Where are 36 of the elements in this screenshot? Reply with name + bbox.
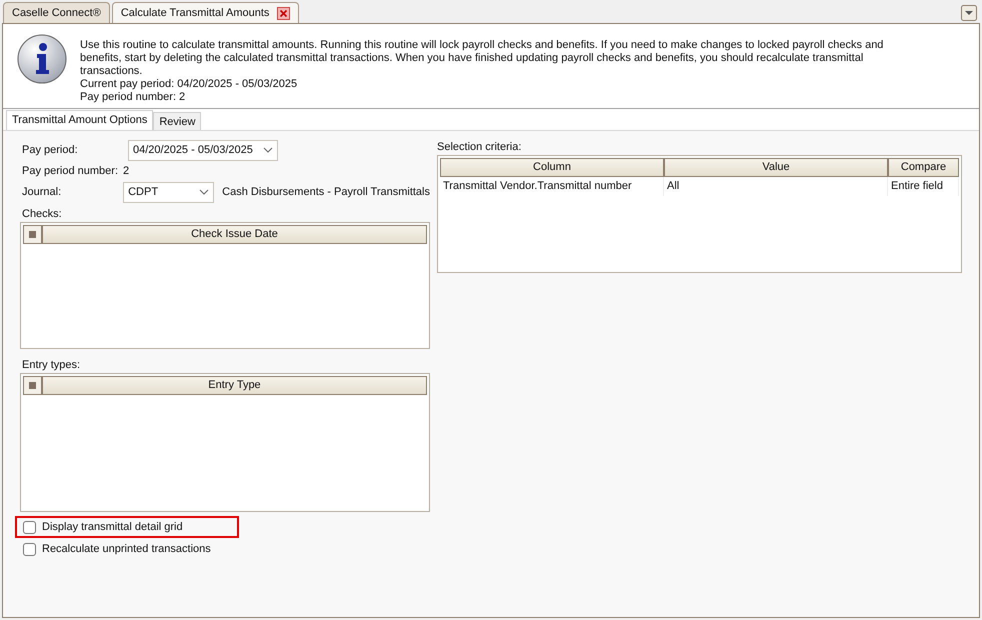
chevron-icon: [199, 189, 210, 195]
info-text: Pay period number: 2: [80, 91, 186, 104]
column-header[interactable]: Entry Type: [42, 376, 427, 395]
dropdown-icon[interactable]: [961, 5, 977, 21]
tab[interactable]: Transmittal Amount Options: [6, 110, 154, 130]
document-tab[interactable]: Calculate Transmittal Amounts: [112, 2, 300, 23]
table-cell: Transmittal Vendor.Transmittal number: [440, 177, 664, 196]
table-cell: All: [664, 177, 888, 196]
info-text: Current pay period: 04/20/2025 - 05/03/2025: [80, 78, 298, 91]
section-label: Selection criteria:: [437, 140, 522, 155]
column-header[interactable]: Check Issue Date: [42, 225, 427, 244]
info-text: Use this routine to calculate transmittal amounts. Running this routine will lock payroll checks and benefits. If you need to make changes to locked payroll checks and benefits, start by deleting the calculated transmittal transactions. When you have finished updating payroll checks and benefits, you should recalculate transmittal transactions.: [80, 39, 884, 78]
checkbox[interactable]: [23, 520, 36, 534]
column-header[interactable]: Value: [664, 158, 888, 177]
tab[interactable]: Review: [153, 112, 202, 130]
select-all-checkbox[interactable]: [23, 225, 42, 244]
section-label: Checks:: [22, 207, 63, 222]
column-header[interactable]: Compare: [888, 158, 959, 177]
section-label: Entry types:: [22, 358, 82, 373]
chevron-icon: [263, 147, 273, 153]
checkbox[interactable]: [23, 542, 36, 556]
dropdown[interactable]: CDPT: [123, 182, 214, 202]
table-cell: Entire field: [888, 177, 959, 196]
checkbox-label: Display transmittal detail grid: [42, 520, 183, 535]
field-value: 2: [123, 164, 130, 179]
field-label: Pay period:: [22, 142, 79, 158]
select-all-checkbox[interactable]: [23, 376, 42, 395]
dropdown[interactable]: 04/20/2025 - 05/03/2025: [128, 140, 278, 160]
field-label: Pay period number:: [22, 164, 118, 179]
journal-description: Cash Disbursements - Payroll Transmittals: [222, 184, 430, 200]
checkbox-label: Recalculate unprinted transactions: [42, 542, 211, 557]
document-tab[interactable]: Caselle Connect®: [3, 2, 110, 23]
close-icon[interactable]: [277, 6, 290, 20]
info-icon: [17, 34, 67, 84]
field-label: Journal:: [22, 184, 62, 200]
column-header[interactable]: Column: [440, 158, 664, 177]
